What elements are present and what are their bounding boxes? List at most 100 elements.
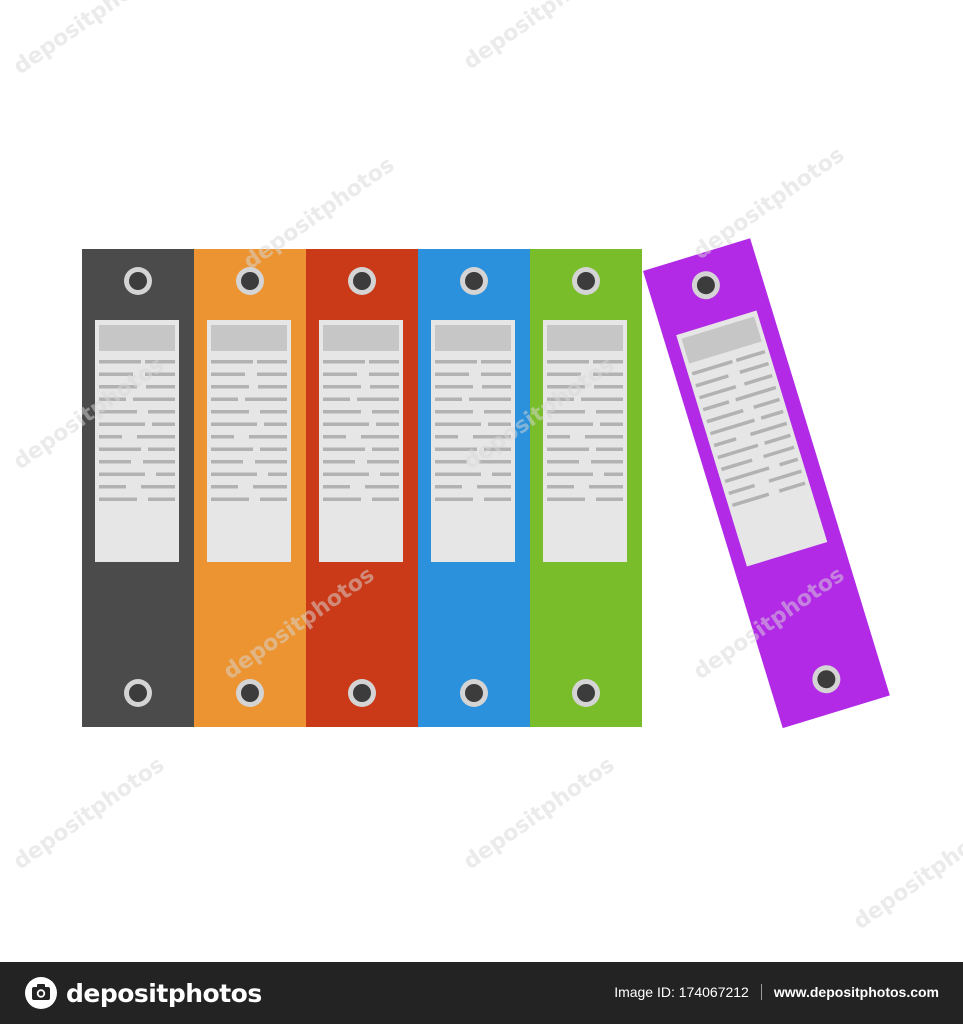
label-text-line: [376, 422, 399, 426]
binder-label: [207, 320, 291, 562]
label-text-line: [323, 360, 365, 364]
label-text-line: [323, 422, 369, 426]
label-text-line: [589, 485, 623, 489]
label-text-line: [435, 485, 462, 489]
footer-brand-name: depositphotos: [66, 978, 262, 1008]
image-id: Image ID: 174067212: [614, 984, 749, 1000]
label-text-line: [435, 385, 473, 389]
binder-label: [543, 320, 627, 562]
label-text-line: [253, 485, 287, 489]
watermark-text: depositphotos: [459, 752, 619, 875]
label-text-line: [323, 460, 355, 464]
binder[interactable]: [530, 249, 642, 727]
label-text-line: [380, 472, 399, 476]
label-text-line: [255, 460, 287, 464]
label-text-line: [260, 497, 287, 501]
label-text-line: [547, 485, 574, 489]
watermark-text: depositphotos: [689, 142, 849, 265]
label-text-line: [268, 472, 287, 476]
label-text-line: [99, 422, 145, 426]
label-text-line: [323, 397, 350, 401]
ring-hole-center: [465, 272, 483, 290]
label-text-line: [133, 397, 175, 401]
footer-url[interactable]: www.depositphotos.com: [774, 984, 939, 1000]
binders-row: [82, 238, 890, 729]
label-text-line: [596, 410, 623, 414]
label-text-line: [435, 397, 462, 401]
label-text-line: [257, 372, 287, 376]
ring-hole-center: [577, 684, 595, 702]
label-text-line: [369, 360, 399, 364]
label-text-line: [148, 410, 175, 414]
label-text-line: [211, 460, 243, 464]
binder[interactable]: [82, 249, 194, 727]
label-text-line: [604, 472, 623, 476]
label-text-line: [260, 410, 287, 414]
label-text-line: [481, 372, 511, 376]
footer-brand[interactable]: depositphotos: [24, 976, 262, 1010]
ring-hole-center: [241, 272, 259, 290]
label-text-line: [99, 485, 126, 489]
ring-hole-center: [129, 272, 147, 290]
ring-hole-center: [129, 684, 147, 702]
label-text-line: [211, 472, 257, 476]
label-text-line: [141, 485, 175, 489]
binder[interactable]: [418, 249, 530, 727]
label-text-line: [264, 422, 287, 426]
label-text-line: [211, 372, 245, 376]
label-text-line: [323, 485, 350, 489]
label-text-line: [585, 435, 623, 439]
label-text-line: [372, 410, 399, 414]
label-text-line: [211, 497, 249, 501]
label-text-line: [435, 422, 481, 426]
label-text-line: [156, 472, 175, 476]
ring-hole-center: [353, 272, 371, 290]
label-text-line: [469, 397, 511, 401]
watermark-text: depositphotos: [459, 0, 619, 75]
label-text-line: [365, 485, 399, 489]
label-text-line: [547, 447, 589, 451]
label-card: [207, 320, 291, 562]
label-text-line: [323, 410, 361, 414]
ring-hole-center: [465, 684, 483, 702]
label-text-line: [148, 497, 175, 501]
binder-label: [95, 320, 179, 562]
label-text-line: [323, 372, 357, 376]
label-text-line: [591, 460, 623, 464]
label-text-line: [258, 385, 287, 389]
label-text-line: [323, 435, 346, 439]
binder[interactable]: [643, 238, 890, 729]
label-text-line: [492, 472, 511, 476]
label-text-line: [547, 472, 593, 476]
label-text-line: [547, 435, 570, 439]
binder[interactable]: [306, 249, 418, 727]
label-text-line: [260, 447, 287, 451]
ring-hole-center: [353, 684, 371, 702]
label-header: [211, 325, 287, 351]
label-text-line: [323, 447, 365, 451]
label-text-line: [361, 435, 399, 439]
label-header: [323, 325, 399, 351]
footer-meta: Image ID: 174067212 www.depositphotos.co…: [614, 984, 939, 1000]
label-text-line: [99, 447, 141, 451]
label-text-line: [357, 397, 399, 401]
label-text-line: [367, 460, 399, 464]
label-text-line: [600, 422, 623, 426]
label-card: [319, 320, 403, 562]
label-text-line: [547, 497, 585, 501]
label-text-line: [249, 435, 287, 439]
label-text-line: [211, 447, 253, 451]
camera-icon: [25, 977, 57, 1009]
label-header: [547, 325, 623, 351]
label-text-line: [596, 497, 623, 501]
watermark-text: depositphotos: [849, 812, 963, 935]
label-text-line: [372, 447, 399, 451]
label-text-line: [137, 435, 175, 439]
label-text-line: [477, 485, 511, 489]
label-text-line: [143, 460, 175, 464]
footer-bar: depositphotos Image ID: 174067212 www.de…: [0, 962, 963, 1024]
label-text-line: [484, 497, 511, 501]
label-card: [543, 320, 627, 562]
label-text-line: [323, 385, 361, 389]
label-text-line: [435, 372, 469, 376]
